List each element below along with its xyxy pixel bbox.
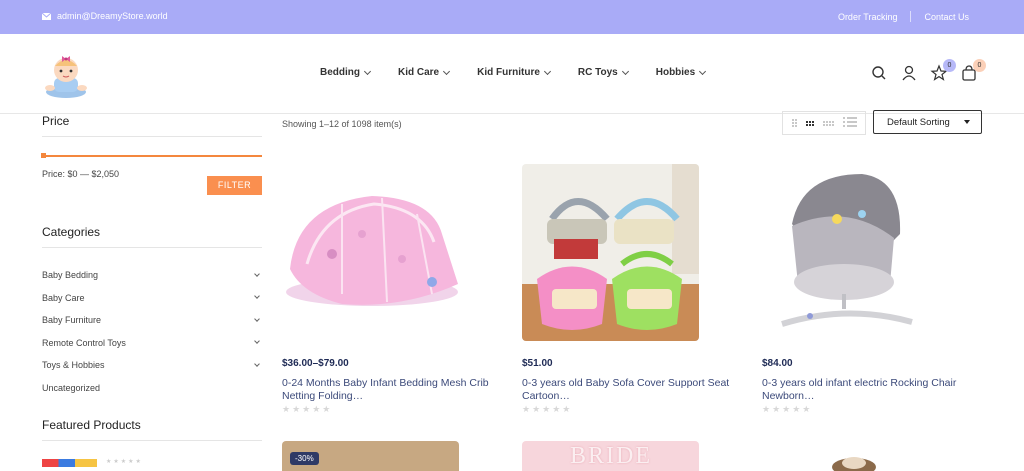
bride-text: BRIDE bbox=[570, 443, 652, 469]
product-title[interactable]: 0-3 years old infant electric Rocking Ch… bbox=[762, 377, 1002, 403]
chevron-down-icon[interactable] bbox=[254, 315, 260, 322]
chevron-down-icon bbox=[543, 67, 551, 75]
product-price: $51.00 bbox=[522, 358, 553, 369]
chevron-down-icon[interactable] bbox=[254, 360, 260, 367]
category-item[interactable]: Toys & Hobbies bbox=[42, 354, 262, 377]
caret-down-icon bbox=[964, 120, 970, 124]
category-item[interactable]: Baby Bedding bbox=[42, 264, 262, 287]
user-icon bbox=[902, 65, 916, 81]
wishlist-button[interactable]: 0 bbox=[930, 59, 956, 82]
category-label: Baby Furniture bbox=[42, 315, 102, 326]
price-slider-handle[interactable] bbox=[41, 153, 46, 158]
chevron-down-icon[interactable] bbox=[254, 293, 260, 300]
nav-label: RC Toys bbox=[577, 67, 618, 78]
category-list: Baby Bedding Baby Care Baby Furniture Re… bbox=[42, 264, 262, 399]
store-logo[interactable] bbox=[40, 48, 92, 100]
list-view-icon[interactable] bbox=[842, 114, 857, 132]
result-count: Showing 1–12 of 1098 item(s) bbox=[282, 119, 402, 129]
price-slider[interactable] bbox=[41, 153, 262, 158]
email-text: admin@DreamyStore.world bbox=[57, 11, 168, 21]
category-label: Baby Care bbox=[42, 292, 85, 303]
chevron-down-icon[interactable] bbox=[254, 270, 260, 277]
nav-item-hobbies[interactable]: Hobbies bbox=[655, 67, 707, 78]
nav-label: Kid Care bbox=[398, 67, 440, 78]
product-image[interactable] bbox=[762, 164, 939, 341]
product-price: $84.00 bbox=[762, 358, 793, 369]
order-tracking-link[interactable]: Order Tracking bbox=[825, 12, 911, 22]
chevron-down-icon bbox=[363, 67, 372, 75]
featured-products-heading: Featured Products bbox=[42, 418, 262, 441]
product-image[interactable] bbox=[522, 164, 699, 341]
grid-3-view-icon[interactable] bbox=[805, 120, 814, 126]
mail-icon bbox=[42, 12, 51, 20]
categories-heading: Categories bbox=[42, 225, 262, 248]
discount-badge: -30% bbox=[290, 452, 319, 465]
product-image[interactable]: -30% bbox=[282, 441, 459, 471]
nav-label: Kid Furniture bbox=[477, 67, 540, 78]
category-item[interactable]: Baby Furniture bbox=[42, 309, 262, 332]
product-image[interactable]: BRIDE bbox=[522, 441, 699, 471]
chevron-down-icon bbox=[621, 67, 629, 75]
filter-button[interactable]: FILTER bbox=[207, 176, 262, 195]
featured-product-thumbnail[interactable] bbox=[42, 459, 97, 467]
category-item[interactable]: Uncategorized bbox=[42, 377, 262, 400]
nav-item-rc-toys[interactable]: RC Toys bbox=[577, 67, 629, 78]
grid-4-view-icon[interactable] bbox=[822, 120, 834, 126]
nav-item-kid-care[interactable]: Kid Care bbox=[398, 67, 451, 78]
category-item[interactable]: Baby Care bbox=[42, 287, 262, 310]
category-label: Baby Bedding bbox=[42, 270, 99, 281]
view-mode-switcher bbox=[782, 111, 866, 135]
product-title[interactable]: 0-24 Months Baby Infant Bedding Mesh Cri… bbox=[282, 377, 522, 403]
main-nav: Bedding Kid Care Kid Furniture RC Toys H… bbox=[320, 67, 707, 78]
search-button[interactable] bbox=[870, 64, 888, 82]
main-header: Bedding Kid Care Kid Furniture RC Toys H… bbox=[0, 34, 1024, 114]
account-button[interactable] bbox=[900, 64, 918, 82]
cart-count-badge: 0 bbox=[973, 59, 986, 72]
sort-label: Default Sorting bbox=[887, 116, 950, 128]
chevron-down-icon bbox=[699, 67, 707, 75]
price-range-label: Price: $0 — $2,050 bbox=[42, 169, 120, 179]
nav-label: Bedding bbox=[320, 67, 360, 78]
rating-stars: ★★★★★ bbox=[282, 404, 333, 414]
contact-us-link[interactable]: Contact Us bbox=[911, 12, 982, 22]
chevron-down-icon[interactable] bbox=[254, 338, 260, 345]
category-label: Remote Control Toys bbox=[42, 337, 126, 348]
rating-stars: ★★★★★ bbox=[106, 459, 143, 465]
product-image[interactable] bbox=[762, 441, 939, 471]
price-heading: Price bbox=[42, 114, 262, 137]
category-label: Toys & Hobbies bbox=[42, 360, 105, 371]
top-bar: admin@DreamyStore.world Order Tracking C… bbox=[0, 0, 1024, 34]
product-image[interactable] bbox=[282, 164, 459, 341]
product-price: $36.00–$79.00 bbox=[282, 358, 349, 369]
grid-2-view-icon[interactable] bbox=[791, 119, 797, 127]
email-contact[interactable]: admin@DreamyStore.world bbox=[42, 11, 168, 21]
product-title[interactable]: 0-3 years old Baby Sofa Cover Support Se… bbox=[522, 377, 762, 403]
rating-stars: ★★★★★ bbox=[522, 404, 573, 414]
search-icon bbox=[872, 66, 886, 80]
nav-label: Hobbies bbox=[655, 67, 696, 78]
wishlist-count-badge: 0 bbox=[943, 59, 956, 72]
category-item[interactable]: Remote Control Toys bbox=[42, 332, 262, 355]
category-label: Uncategorized bbox=[42, 382, 101, 393]
sort-dropdown[interactable]: Default Sorting bbox=[873, 110, 982, 134]
nav-item-bedding[interactable]: Bedding bbox=[320, 67, 372, 78]
rating-stars: ★★★★★ bbox=[762, 404, 813, 414]
cart-button[interactable]: 0 bbox=[960, 59, 986, 82]
chevron-down-icon bbox=[443, 67, 451, 75]
nav-item-kid-furniture[interactable]: Kid Furniture bbox=[477, 67, 551, 78]
